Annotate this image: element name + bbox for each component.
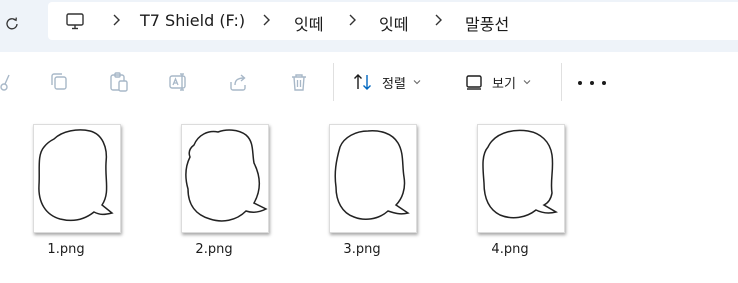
more-options-button[interactable] bbox=[578, 80, 606, 86]
navigation-area: T7 Shield (F:) 잇떼 잇떼 말풍선 bbox=[0, 0, 738, 52]
file-thumbnail[interactable] bbox=[33, 124, 121, 233]
more-dot-icon bbox=[578, 81, 582, 85]
refresh-button[interactable] bbox=[0, 12, 24, 36]
speech-bubble-thumbnail bbox=[185, 129, 268, 222]
sort-label: 정렬 bbox=[382, 76, 406, 92]
breadcrumb-folder-1[interactable]: 잇떼 bbox=[294, 11, 323, 35]
chevron-right-icon[interactable] bbox=[432, 13, 446, 27]
view-icon bbox=[466, 75, 482, 90]
delete-icon[interactable] bbox=[287, 70, 311, 94]
file-thumbnail[interactable] bbox=[181, 124, 269, 233]
chevron-down-icon bbox=[523, 80, 531, 85]
breadcrumb-drive[interactable]: T7 Shield (F:) bbox=[140, 11, 245, 30]
toolbar-divider bbox=[333, 63, 334, 101]
more-dot-icon bbox=[602, 81, 606, 85]
file-name[interactable]: 4.png bbox=[455, 242, 565, 257]
speech-bubble-thumbnail bbox=[482, 129, 558, 219]
breadcrumb-current-folder[interactable]: 말풍선 bbox=[465, 11, 509, 35]
sort-icon bbox=[354, 74, 371, 90]
rename-icon[interactable] bbox=[167, 70, 191, 94]
share-icon[interactable] bbox=[227, 70, 251, 94]
sort-button[interactable]: 정렬 bbox=[352, 68, 422, 96]
address-bar[interactable]: T7 Shield (F:) 잇떼 잇떼 말풍선 bbox=[48, 2, 738, 40]
cut-icon[interactable] bbox=[0, 70, 14, 94]
refresh-icon bbox=[6, 17, 18, 30]
view-label: 보기 bbox=[492, 76, 516, 92]
this-pc-icon[interactable] bbox=[64, 10, 86, 32]
file-thumbnail[interactable] bbox=[477, 124, 565, 233]
file-item[interactable]: 3.png bbox=[307, 124, 417, 274]
copy-icon[interactable] bbox=[47, 70, 71, 94]
file-item[interactable]: 2.png bbox=[159, 124, 269, 274]
speech-bubble-thumbnail bbox=[334, 130, 410, 220]
paste-icon[interactable] bbox=[107, 70, 131, 94]
command-bar: 정렬 보기 bbox=[0, 52, 738, 112]
chevron-right-icon[interactable] bbox=[346, 13, 360, 27]
view-button[interactable]: 보기 bbox=[464, 68, 532, 96]
more-dot-icon bbox=[590, 81, 594, 85]
toolbar-divider bbox=[561, 63, 562, 101]
breadcrumb-folder-2[interactable]: 잇떼 bbox=[379, 11, 408, 35]
file-name[interactable]: 2.png bbox=[159, 242, 269, 257]
file-name[interactable]: 1.png bbox=[11, 242, 121, 257]
speech-bubble-thumbnail bbox=[38, 129, 114, 222]
file-item[interactable]: 4.png bbox=[455, 124, 565, 274]
file-thumbnail[interactable] bbox=[329, 124, 417, 233]
chevron-down-icon bbox=[413, 80, 421, 85]
chevron-right-icon[interactable] bbox=[260, 13, 274, 27]
file-name[interactable]: 3.png bbox=[307, 242, 417, 257]
chevron-right-icon[interactable] bbox=[110, 13, 124, 27]
file-item[interactable]: 1.png bbox=[11, 124, 121, 274]
